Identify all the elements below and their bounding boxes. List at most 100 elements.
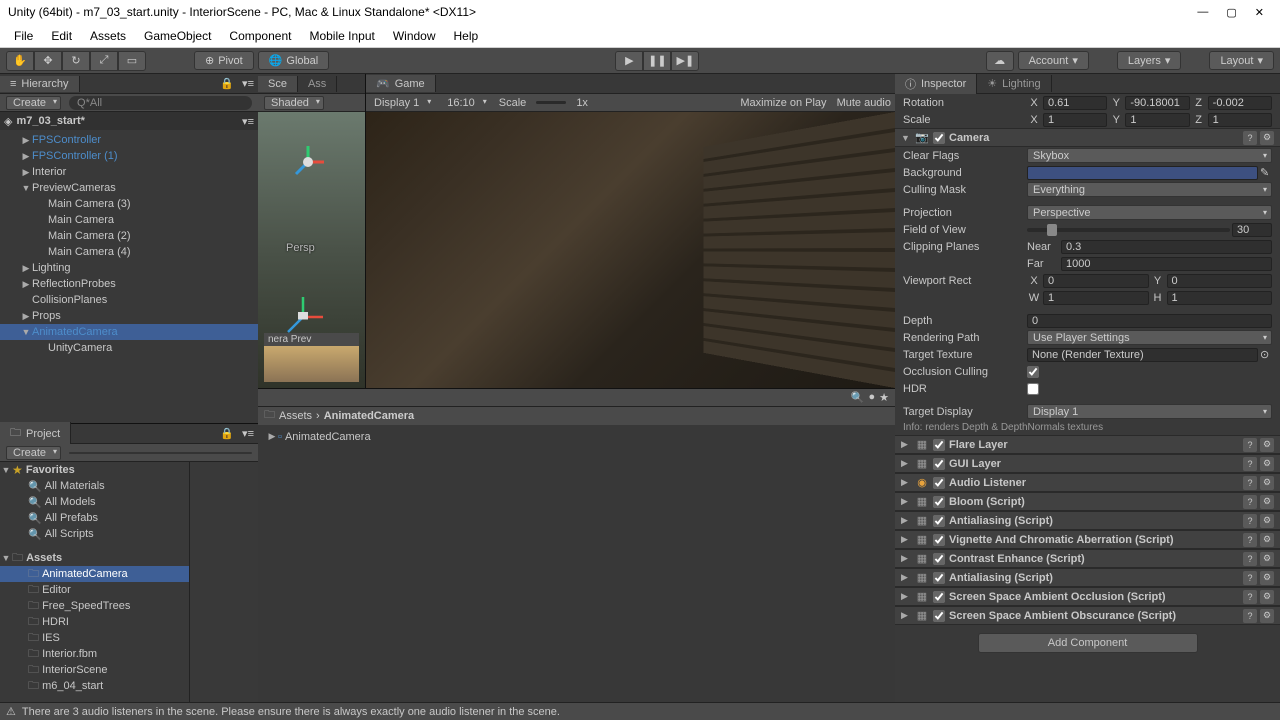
- scl-z-field[interactable]: 1: [1208, 113, 1272, 127]
- target-tex-field[interactable]: None (Render Texture): [1027, 348, 1258, 362]
- menu-mobile-input[interactable]: Mobile Input: [301, 26, 382, 46]
- fav-item[interactable]: 🔍 All Prefabs: [0, 510, 189, 526]
- component-checkbox[interactable]: [933, 458, 945, 470]
- gear-icon[interactable]: ⚙: [1260, 457, 1274, 471]
- gear-icon[interactable]: ⚙: [1260, 514, 1274, 528]
- tab-inspector[interactable]: ⓘ Inspector: [895, 74, 977, 94]
- gear-icon[interactable]: ⚙: [1260, 609, 1274, 623]
- search-input[interactable]: Q*All: [69, 96, 252, 110]
- create-dropdown[interactable]: Create: [6, 96, 61, 110]
- layers-dropdown[interactable]: Layers ▾: [1117, 51, 1182, 70]
- proj-icon[interactable]: 🔍: [851, 391, 865, 404]
- step-button[interactable]: ▶❚: [671, 51, 699, 71]
- help-icon[interactable]: ?: [1243, 590, 1257, 604]
- projection-dropdown[interactable]: Perspective: [1027, 205, 1272, 220]
- hierarchy-item[interactable]: Main Camera (3): [0, 196, 258, 212]
- rendering-dropdown[interactable]: Use Player Settings: [1027, 330, 1272, 345]
- shading-dropdown[interactable]: Shaded: [264, 96, 324, 110]
- component-checkbox[interactable]: [933, 534, 945, 546]
- help-icon[interactable]: ?: [1243, 495, 1257, 509]
- hierarchy-item[interactable]: CollisionPlanes: [0, 292, 258, 308]
- occlusion-checkbox[interactable]: [1027, 366, 1039, 378]
- hierarchy-item[interactable]: ▶FPSController (1): [0, 148, 258, 164]
- maximize-on-play[interactable]: Maximize on Play: [740, 97, 826, 109]
- hierarchy-item[interactable]: ▶Lighting: [0, 260, 258, 276]
- gear-icon[interactable]: ⚙: [1260, 131, 1274, 145]
- tab-asset[interactable]: Ass: [298, 76, 337, 92]
- scl-y-field[interactable]: 1: [1125, 113, 1189, 127]
- rect-tool-icon[interactable]: ▭: [118, 51, 146, 71]
- hierarchy-item[interactable]: ▶Props: [0, 308, 258, 324]
- component-header[interactable]: ▶▦GUI Layer?⚙: [895, 454, 1280, 473]
- pause-button[interactable]: ❚❚: [643, 51, 671, 71]
- scene-menu-icon[interactable]: ▾≡: [242, 115, 254, 128]
- component-checkbox[interactable]: [933, 591, 945, 603]
- lock-icon[interactable]: 🔒: [216, 427, 238, 440]
- maximize-icon[interactable]: ▢: [1226, 6, 1236, 19]
- component-header[interactable]: ▶▦Flare Layer?⚙: [895, 435, 1280, 454]
- rot-y-field[interactable]: -90.18001: [1125, 96, 1189, 110]
- fav-item[interactable]: 🔍 All Materials: [0, 478, 189, 494]
- fav-item[interactable]: 🔍 All Models: [0, 494, 189, 510]
- help-icon[interactable]: ?: [1243, 609, 1257, 623]
- create-dropdown[interactable]: Create: [6, 446, 61, 460]
- menu-edit[interactable]: Edit: [43, 26, 80, 46]
- help-icon[interactable]: ?: [1243, 571, 1257, 585]
- aspect-dropdown[interactable]: 16:10: [443, 97, 489, 109]
- favorites-header[interactable]: ▼★ Favorites: [0, 462, 189, 478]
- background-color-field[interactable]: [1027, 166, 1258, 180]
- global-toggle[interactable]: 🌐 Global: [258, 51, 330, 70]
- vr-y-field[interactable]: 0: [1167, 274, 1273, 288]
- depth-field[interactable]: 0: [1027, 314, 1272, 328]
- breadcrumb-item[interactable]: AnimatedCamera: [324, 410, 414, 422]
- object-picker-icon[interactable]: ⊙: [1260, 348, 1272, 361]
- orientation-gizmo-icon[interactable]: [288, 142, 328, 182]
- component-header[interactable]: ▶▦Screen Space Ambient Obscurance (Scrip…: [895, 606, 1280, 625]
- fov-field[interactable]: 30: [1232, 223, 1272, 237]
- display-dropdown[interactable]: Display 1: [370, 97, 433, 109]
- culling-dropdown[interactable]: Everything: [1027, 182, 1272, 197]
- scene-viewport[interactable]: Persp nera Prev: [258, 112, 365, 388]
- mute-audio[interactable]: Mute audio: [837, 97, 891, 109]
- help-icon[interactable]: ?: [1243, 533, 1257, 547]
- component-header[interactable]: ▶◉Audio Listener?⚙: [895, 473, 1280, 492]
- folder-item[interactable]: 🗀 m6_04_start: [0, 678, 189, 694]
- proj-icon[interactable]: ●: [868, 391, 875, 403]
- component-checkbox[interactable]: [933, 515, 945, 527]
- hierarchy-item[interactable]: ▼AnimatedCamera: [0, 324, 258, 340]
- gear-icon[interactable]: ⚙: [1260, 495, 1274, 509]
- scl-x-field[interactable]: 1: [1043, 113, 1107, 127]
- breadcrumb-item[interactable]: Assets: [279, 410, 312, 422]
- help-icon[interactable]: ?: [1243, 438, 1257, 452]
- panel-menu-icon[interactable]: ▾≡: [238, 427, 258, 440]
- component-checkbox[interactable]: [933, 477, 945, 489]
- far-field[interactable]: 1000: [1061, 257, 1272, 271]
- account-dropdown[interactable]: Account ▾: [1018, 51, 1089, 70]
- pivot-toggle[interactable]: ⊕ Pivot: [194, 51, 254, 70]
- component-header[interactable]: ▶▦Bloom (Script)?⚙: [895, 492, 1280, 511]
- menu-gameobject[interactable]: GameObject: [136, 26, 219, 46]
- vr-w-field[interactable]: 1: [1043, 291, 1149, 305]
- menu-component[interactable]: Component: [221, 26, 299, 46]
- component-header[interactable]: ▶▦Contrast Enhance (Script)?⚙: [895, 549, 1280, 568]
- hierarchy-item[interactable]: ▶ReflectionProbes: [0, 276, 258, 292]
- gear-icon[interactable]: ⚙: [1260, 552, 1274, 566]
- gear-icon[interactable]: ⚙: [1260, 590, 1274, 604]
- layout-dropdown[interactable]: Layout ▾: [1209, 51, 1274, 70]
- menu-assets[interactable]: Assets: [82, 26, 134, 46]
- scale-tool-icon[interactable]: ⤢: [90, 51, 118, 71]
- menu-help[interactable]: Help: [446, 26, 487, 46]
- hierarchy-item[interactable]: ▶FPSController: [0, 132, 258, 148]
- fav-item[interactable]: 🔍 All Scripts: [0, 526, 189, 542]
- component-checkbox[interactable]: [933, 439, 945, 451]
- game-viewport[interactable]: [366, 112, 895, 388]
- vr-h-field[interactable]: 1: [1167, 291, 1273, 305]
- component-checkbox[interactable]: [933, 496, 945, 508]
- component-checkbox[interactable]: [933, 553, 945, 565]
- component-header[interactable]: ▶▦Vignette And Chromatic Aberration (Scr…: [895, 530, 1280, 549]
- tab-game[interactable]: 🎮 Game: [366, 75, 436, 92]
- move-tool-icon[interactable]: ✥: [34, 51, 62, 71]
- rotate-tool-icon[interactable]: ↻: [62, 51, 90, 71]
- help-icon[interactable]: ?: [1243, 476, 1257, 490]
- asset-item[interactable]: ▶▫ AnimatedCamera: [266, 429, 887, 445]
